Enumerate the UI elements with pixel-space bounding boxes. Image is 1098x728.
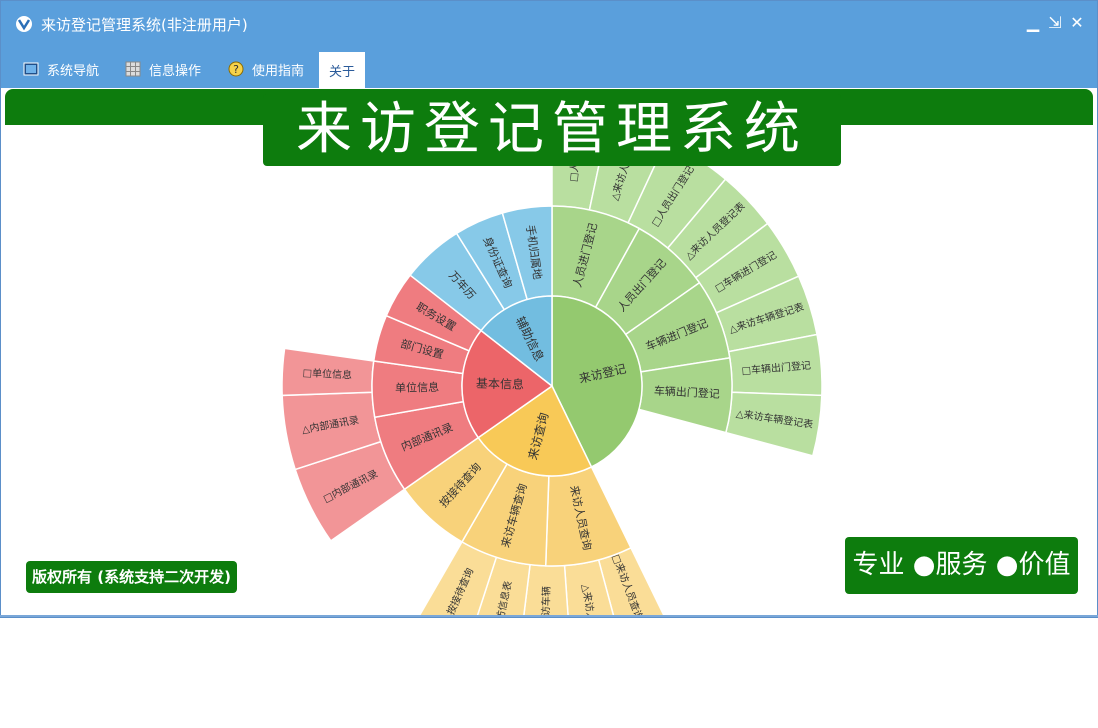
close-button[interactable]: ✕ [1068, 13, 1086, 33]
window-title: 来访登记管理系统(非注册用户) [41, 16, 248, 34]
menu-label: 使用指南 [252, 63, 305, 79]
menu-system-nav[interactable]: 系统导航 [17, 52, 105, 86]
help-icon: ? [228, 61, 244, 77]
menu-label: 关于 [328, 64, 355, 80]
copyright-label: 版权所有 (系统支持二次开发) [26, 561, 237, 593]
menu-bar: 系统导航 信息操作 ? 使用指南 关于 [1, 49, 1097, 88]
window-icon [23, 62, 39, 76]
grid-icon [125, 61, 141, 77]
restore-button[interactable]: ⇲ [1046, 13, 1064, 33]
menu-info-ops[interactable]: 信息操作 [119, 52, 207, 86]
main-content: 来访登记 来访查询 基本信息 辅助信息 人员进门登记 人员出门登记 车辆进门登记 车辆出门登记… [3, 88, 1095, 616]
menu-label: 信息操作 [149, 63, 202, 79]
app-logo-icon [16, 16, 32, 32]
sunburst-label-inner: 基本信息 [476, 376, 524, 392]
title-bar[interactable]: 来访登记管理系统(非注册用户) ▁ ⇲ ✕ [1, 1, 1097, 49]
minimize-button[interactable]: ▁ [1024, 13, 1042, 33]
app-window: 来访登记管理系统(非注册用户) ▁ ⇲ ✕ 系统导航 信息操作 ? 使用指南 关… [0, 0, 1098, 618]
menu-about[interactable]: 关于 [319, 52, 365, 88]
menu-user-guide[interactable]: ? 使用指南 [222, 52, 310, 86]
window-bottom-border [0, 615, 1098, 617]
slogan-label: 专业 ●服务 ●价值 [845, 537, 1078, 594]
svg-text:?: ? [233, 63, 239, 76]
sunburst-label-mid: 单位信息 [395, 380, 439, 395]
banner-title: 来访登记管理系统 [263, 94, 841, 166]
menu-label: 系统导航 [47, 63, 100, 79]
sunburst-segment-mid[interactable] [544, 465, 632, 567]
